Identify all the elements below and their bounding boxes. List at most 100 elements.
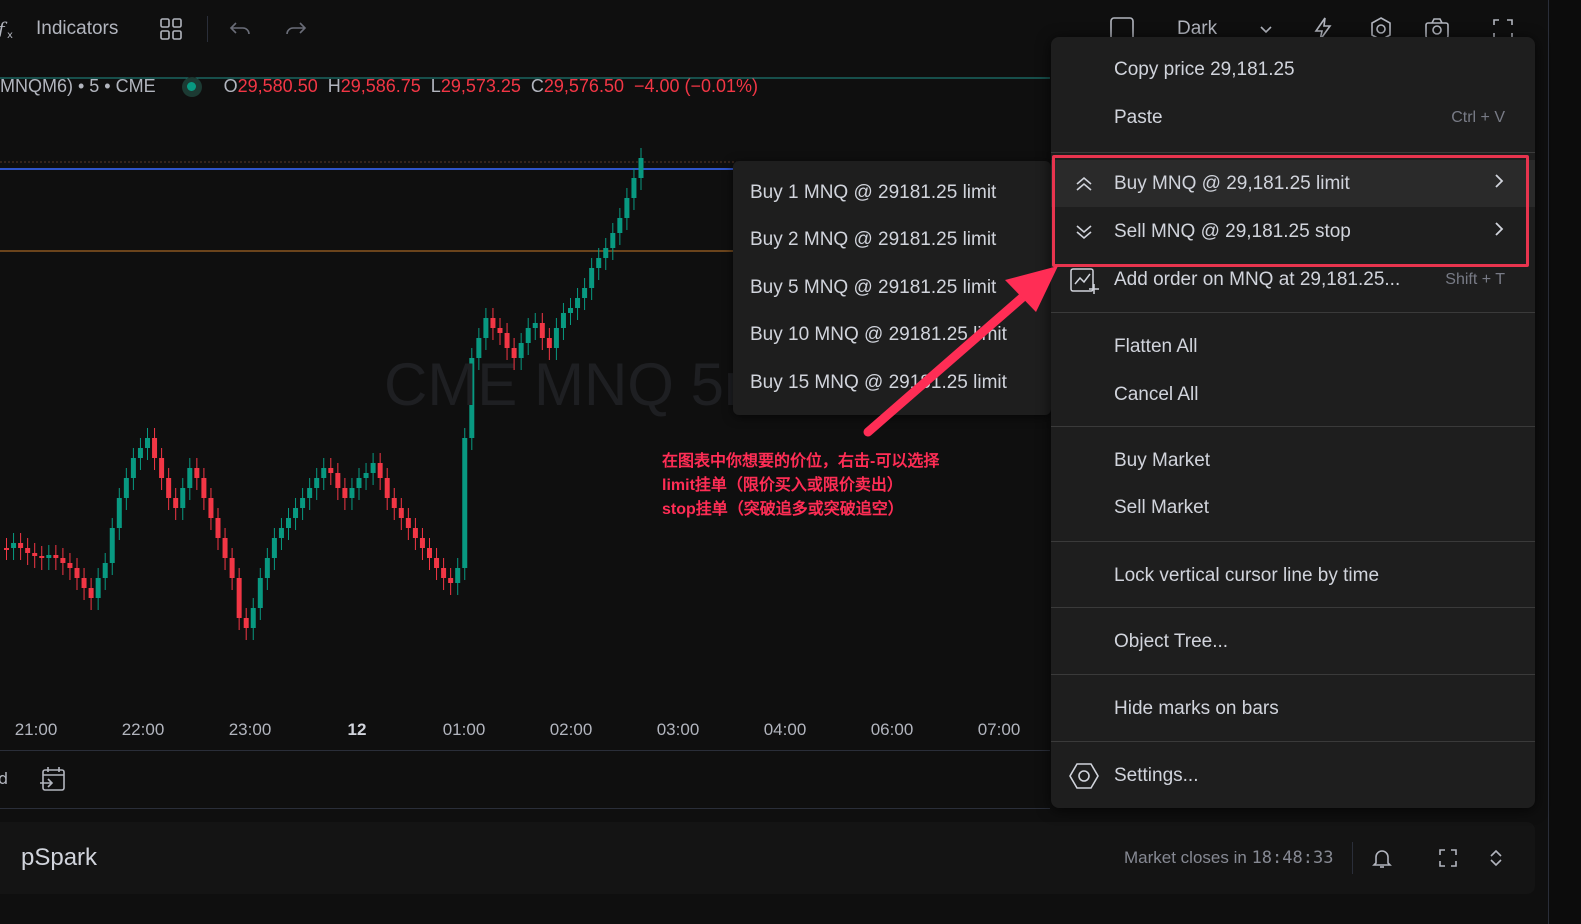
menu-item-label: Cancel All <box>1114 383 1199 405</box>
panel-title[interactable]: pSpark <box>21 844 97 872</box>
candle-body <box>307 488 313 498</box>
candle-body <box>321 468 327 478</box>
candle-body <box>553 328 559 348</box>
menu-item-label: Copy price 29,181.25 <box>1114 58 1295 80</box>
menu-item-label: Sell Market <box>1114 496 1210 518</box>
candle-body <box>624 198 630 218</box>
candle-body <box>349 488 355 498</box>
time-axis-tick: 07:00 <box>977 720 1021 739</box>
candle-body <box>116 498 122 528</box>
time-axis-tick: 12 <box>347 720 367 739</box>
candle-body <box>180 488 186 508</box>
candle-body <box>229 558 235 578</box>
divider <box>0 808 1050 809</box>
submenu-item-buy-15[interactable]: Buy 15 MNQ @ 29181.25 limit <box>733 359 1051 407</box>
candle-body <box>187 468 193 488</box>
svg-text:x: x <box>7 30 13 41</box>
candle-body <box>278 528 284 538</box>
submenu-item-buy-10[interactable]: Buy 10 MNQ @ 29181.25 limit <box>733 312 1051 360</box>
menu-item-copy-price[interactable]: Copy price 29,181.25 <box>1051 46 1535 93</box>
market-closes-time: 18:48:33 <box>1251 848 1334 868</box>
time-axis-tick: 01:00 <box>442 720 486 739</box>
menu-item-hide-marks[interactable]: Hide marks on bars <box>1051 685 1535 732</box>
candle-body <box>222 538 228 558</box>
go-to-date-icon[interactable] <box>38 764 68 794</box>
menu-item-object-tree[interactable]: Object Tree... <box>1051 618 1535 665</box>
candle-body <box>546 338 552 348</box>
candle-body <box>568 308 573 313</box>
menu-item-sell-market[interactable]: Sell Market <box>1051 484 1535 531</box>
footer-panel: pSpark Market closes in 18:48:33 <box>0 822 1535 894</box>
menu-item-label: Hide marks on bars <box>1114 697 1279 719</box>
close-value: 29,576.50 <box>543 76 624 96</box>
candle-body <box>532 323 538 328</box>
indicators-button[interactable]: Indicators <box>36 14 118 44</box>
menu-item-buy-limit[interactable]: Buy MNQ @ 29,181.25 limit <box>1051 160 1535 207</box>
close-label: C <box>530 76 544 96</box>
divider <box>1352 842 1353 874</box>
candle-body <box>166 478 172 498</box>
add-order-icon <box>1067 263 1101 297</box>
candle-body <box>391 498 397 508</box>
menu-item-label: Paste <box>1114 106 1163 128</box>
time-axis-tick: 04:00 <box>763 720 807 739</box>
undo-icon[interactable] <box>225 14 255 44</box>
candle-body <box>560 313 566 328</box>
fx-icon[interactable]: ƒx <box>0 14 24 44</box>
candle-body <box>137 448 143 458</box>
right-side-panel <box>1548 0 1581 924</box>
range-icon[interactable]: d <box>0 764 14 794</box>
submenu-item-buy-1[interactable]: Buy 1 MNQ @ 29181.25 limit <box>733 169 1051 217</box>
chevron-down-icon <box>1067 215 1101 249</box>
menu-separator <box>1051 152 1535 153</box>
menu-separator <box>1051 426 1535 427</box>
chart-watermark: CME MNQ 5m <box>384 351 774 418</box>
menu-item-flatten-all[interactable]: Flatten All <box>1051 323 1535 370</box>
candle-body <box>603 248 609 258</box>
candle-body <box>32 553 38 556</box>
candle-body <box>363 473 369 478</box>
annotation-text: 在图表中你想要的价位，右击-可以选择 limit挂单（限价买入或限价卖出） st… <box>662 450 939 522</box>
divider <box>0 750 1050 751</box>
menu-item-settings[interactable]: Settings... <box>1051 752 1535 799</box>
candle-body <box>490 318 496 328</box>
candle-body <box>462 438 468 568</box>
toolbar-divider <box>207 16 208 42</box>
candle-body <box>130 458 136 478</box>
time-axis[interactable]: 21:00 22:00 23:00 12 01:00 02:00 03:00 04:00 06:… <box>0 710 1050 750</box>
annotation-line: stop挂单（突破追多或突破追空） <box>662 501 904 518</box>
expand-collapse-icon[interactable] <box>1480 842 1512 874</box>
menu-item-add-order[interactable]: Add order on MNQ at 29,181.25... Shift +… <box>1051 256 1535 303</box>
candle-body <box>11 543 17 548</box>
menu-item-sell-stop[interactable]: Sell MNQ @ 29,181.25 stop <box>1051 208 1535 255</box>
candle-body <box>448 578 454 583</box>
candle-body <box>427 548 432 558</box>
maximize-icon[interactable] <box>1432 842 1464 874</box>
menu-item-buy-market[interactable]: Buy Market <box>1051 437 1535 484</box>
candle-body <box>539 323 545 338</box>
bell-icon[interactable] <box>1366 842 1398 874</box>
menu-item-cancel-all[interactable]: Cancel All <box>1051 371 1535 418</box>
candle-body <box>582 288 588 298</box>
submenu-item-buy-2[interactable]: Buy 2 MNQ @ 29181.25 limit <box>733 217 1051 265</box>
candle-body <box>631 178 637 198</box>
layout-grid-icon[interactable] <box>156 14 186 44</box>
menu-item-lock-cursor[interactable]: Lock vertical cursor line by time <box>1051 552 1535 599</box>
submenu-item-buy-5[interactable]: Buy 5 MNQ @ 29181.25 limit <box>733 264 1051 312</box>
redo-icon[interactable] <box>281 14 311 44</box>
candle-body <box>60 558 66 563</box>
candle-body <box>300 498 306 508</box>
time-axis-tick: 02:00 <box>549 720 593 739</box>
candle-body <box>95 578 101 598</box>
symbol-label[interactable]: MNQM6) • 5 • CME <box>0 76 156 97</box>
high-label: H <box>327 76 341 96</box>
menu-item-label: Add order on MNQ at 29,181.25... <box>1114 268 1401 290</box>
candle-body <box>293 508 299 518</box>
menu-item-label: Flatten All <box>1114 335 1198 357</box>
menu-item-label: Object Tree... <box>1114 630 1229 652</box>
menu-item-label: Buy MNQ @ 29,181.25 limit <box>1114 172 1350 194</box>
candle-body <box>377 463 383 478</box>
time-axis-tick: 21:00 <box>14 720 58 739</box>
menu-item-paste[interactable]: Paste Ctrl + V <box>1051 94 1535 141</box>
market-status-dot <box>181 76 202 97</box>
